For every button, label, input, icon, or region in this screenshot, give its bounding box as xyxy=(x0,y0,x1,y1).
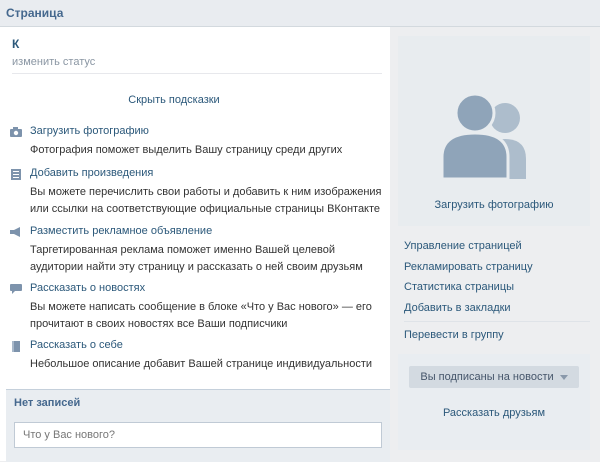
divider xyxy=(404,321,590,322)
hint-title[interactable]: Загрузить фотографию xyxy=(30,125,149,137)
convert-to-group-link[interactable]: Перевести в группу xyxy=(404,329,504,341)
wall-section: Нет записей xyxy=(6,389,390,462)
avatar-placeholder-icon xyxy=(442,92,526,179)
megaphone-icon xyxy=(10,227,20,237)
new-post-input[interactable] xyxy=(14,422,382,448)
book-icon xyxy=(11,169,21,180)
add-bookmarks-link[interactable]: Добавить в закладки xyxy=(404,302,511,314)
hint-description: Таргетированная реклама поможет именно В… xyxy=(30,244,363,273)
profile-name: К xyxy=(12,37,20,51)
page-title: Страница xyxy=(6,6,64,20)
page-statistics-link[interactable]: Статистика страницы xyxy=(404,281,514,293)
hide-hints-link[interactable]: Скрыть подсказки xyxy=(0,94,348,106)
chevron-down-icon xyxy=(559,374,568,380)
subscription-dropdown-button[interactable]: Вы подписаны на новости xyxy=(409,366,579,388)
profile-photo-box[interactable]: Загрузить фотографию xyxy=(398,36,590,226)
upload-photo-link[interactable]: Загрузить фотографию xyxy=(398,199,590,211)
advertise-page-link[interactable]: Рекламировать страницу xyxy=(404,261,533,273)
change-status-link[interactable]: изменить статус xyxy=(12,56,95,68)
hint-title[interactable]: Рассказать о себе xyxy=(30,339,123,351)
page-header: Страница xyxy=(0,0,600,27)
document-icon xyxy=(12,341,20,352)
subscribe-section: Вы подписаны на новости Рассказать друзь… xyxy=(398,354,590,450)
hint-title[interactable]: Разместить рекламное объявление xyxy=(30,225,212,237)
camera-icon xyxy=(10,127,22,137)
tell-friends-link[interactable]: Рассказать друзьям xyxy=(398,407,590,419)
hint-title[interactable]: Добавить произведения xyxy=(30,167,153,179)
hint-description: Вы можете написать сообщение в блоке «Чт… xyxy=(30,301,372,330)
subscription-label: Вы подписаны на новости xyxy=(420,371,554,383)
hint-title[interactable]: Рассказать о новостях xyxy=(30,282,145,294)
hint-description: Небольшое описание добавит Вашей страниц… xyxy=(30,358,373,370)
hint-description: Фотография поможет выделить Вашу страниц… xyxy=(30,144,343,156)
manage-page-link[interactable]: Управление страницей xyxy=(404,240,522,252)
divider xyxy=(12,73,382,74)
wall-title: Нет записей xyxy=(14,397,81,409)
speech-bubble-icon xyxy=(10,284,22,294)
hint-description: Вы можете перечислить свои работы и доба… xyxy=(30,186,382,215)
